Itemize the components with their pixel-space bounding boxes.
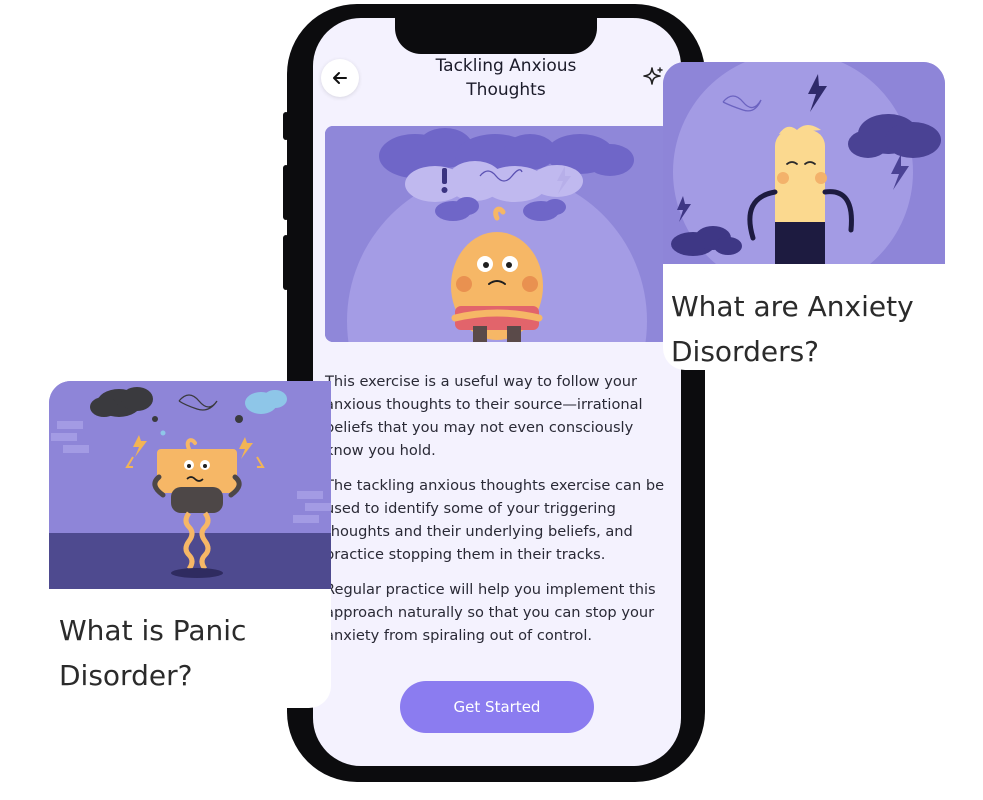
anxious-character-illustration: [325, 126, 669, 342]
card-title: What is Panic Disorder?: [59, 614, 247, 692]
panic-character-illustration: [49, 381, 331, 589]
article-card-anxiety-disorders[interactable]: What are Anxiety Disorders?: [663, 62, 945, 370]
hero-illustration: [325, 126, 669, 342]
phone-notch: [395, 4, 597, 54]
card-illustration: [663, 62, 945, 292]
card-illustration: [49, 381, 331, 589]
exercise-description: This exercise is a useful way to follow …: [325, 370, 670, 659]
description-paragraph: Regular practice will help you implement…: [325, 581, 656, 644]
back-button[interactable]: [321, 59, 359, 97]
arrow-left-icon: [333, 72, 347, 84]
description-paragraph: This exercise is a useful way to follow …: [325, 373, 643, 459]
get-started-button[interactable]: Get Started: [400, 681, 594, 733]
article-card-panic-disorder[interactable]: What is Panic Disorder?: [49, 381, 331, 708]
description-paragraph: The tackling anxious thoughts exercise c…: [325, 477, 665, 563]
storm-character-illustration: [663, 62, 945, 292]
page-title: Tackling Anxious Thoughts: [435, 56, 577, 100]
card-title: What are Anxiety Disorders?: [671, 290, 914, 368]
sparkle-icon[interactable]: [641, 66, 665, 90]
